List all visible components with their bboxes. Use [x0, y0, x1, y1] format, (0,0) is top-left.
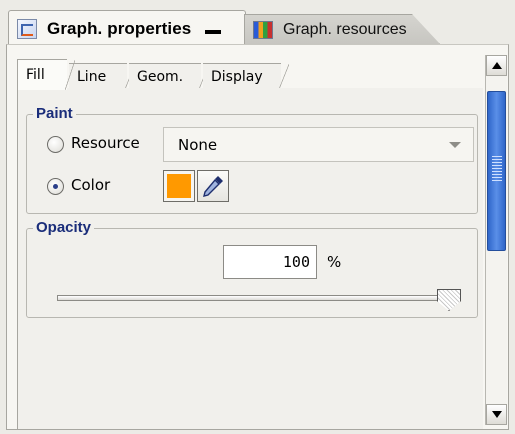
paint-group: Paint Resource None Color	[26, 105, 478, 214]
opacity-slider-thumb[interactable]	[437, 289, 461, 311]
color-picker-button[interactable]	[197, 170, 229, 202]
color-swatch	[167, 174, 191, 198]
resource-select-value: None	[178, 135, 218, 154]
properties-panel: Fill Line Geom. Display Paint Resource N…	[6, 44, 509, 430]
opacity-unit: %	[327, 253, 342, 271]
properties-content: Fill Line Geom. Display Paint Resource N…	[17, 57, 483, 429]
tab-divider	[65, 60, 75, 90]
color-radio-label: Color	[71, 176, 111, 194]
arrow-down-icon	[492, 411, 502, 418]
sub-tab-bar: Fill Line Geom. Display	[17, 59, 483, 90]
properties-icon	[17, 18, 37, 39]
arrow-up-icon	[492, 62, 502, 69]
tab-display-label: Display	[211, 68, 263, 85]
tab-line[interactable]: Line	[69, 63, 135, 89]
resource-select[interactable]: None	[163, 127, 474, 162]
tab-graph-resources[interactable]: Graph. resources	[244, 14, 440, 44]
opacity-group: Opacity 100 %	[26, 219, 478, 318]
tab-geom[interactable]: Geom.	[129, 63, 209, 89]
color-swatch-button[interactable]	[163, 170, 195, 202]
scroll-up-button[interactable]	[486, 55, 507, 76]
tab-geom-label: Geom.	[137, 68, 184, 85]
fill-tab-body: Paint Resource None Color Opacity 100 %	[17, 88, 483, 429]
tab-graph-resources-label: Graph. resources	[283, 20, 407, 38]
paint-group-title: Paint	[33, 105, 76, 122]
scroll-down-button[interactable]	[486, 404, 507, 425]
tab-display[interactable]: Display	[203, 63, 289, 89]
vertical-scrollbar[interactable]	[485, 55, 507, 425]
scroll-thumb[interactable]	[487, 91, 506, 251]
grip-icon	[492, 156, 502, 182]
tab-graph-properties-label: Graph. properties	[47, 18, 192, 38]
tab-graph-properties[interactable]: Graph. properties	[8, 10, 246, 46]
color-radio[interactable]	[47, 178, 64, 195]
view-tab-bar: Graph. properties Graph. resources	[0, 0, 515, 46]
tab-divider	[279, 64, 289, 89]
resources-icon	[253, 20, 273, 39]
resource-radio[interactable]	[47, 136, 64, 153]
graph-properties-window: Graph. properties Graph. resources Fill …	[0, 0, 515, 434]
tab-fill[interactable]: Fill	[17, 59, 75, 90]
minimize-icon[interactable]	[205, 29, 222, 34]
resource-radio-label: Resource	[71, 134, 140, 152]
chevron-down-icon	[449, 142, 461, 148]
eyedropper-icon	[203, 176, 223, 197]
opacity-input[interactable]: 100	[223, 245, 317, 279]
opacity-slider-track[interactable]	[57, 295, 449, 301]
tab-fill-label: Fill	[26, 67, 45, 83]
opacity-group-title: Opacity	[33, 219, 95, 236]
tab-line-label: Line	[77, 68, 107, 85]
